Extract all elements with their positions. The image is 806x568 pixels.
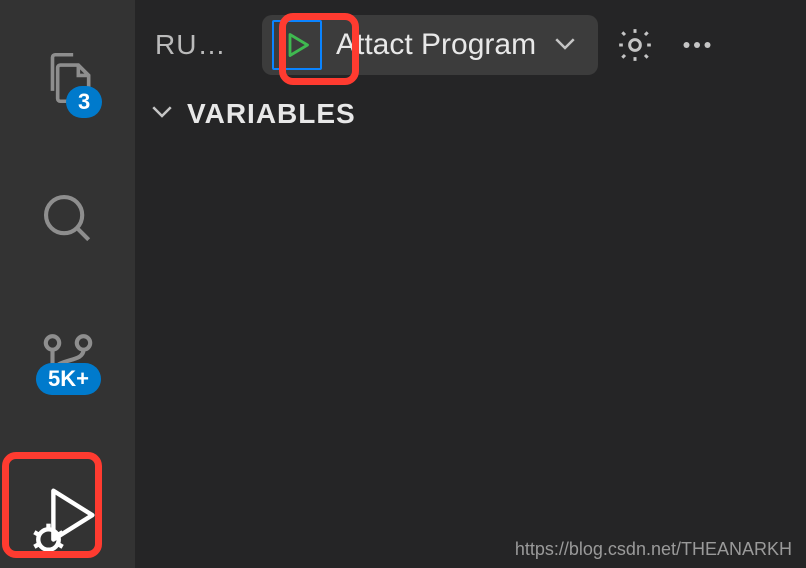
gear-icon [615,25,655,65]
ellipsis-icon [679,27,715,63]
chevron-down-icon [147,96,177,131]
more-actions-button[interactable] [672,20,722,70]
activity-run-debug[interactable] [0,472,135,568]
debug-run-icon [29,481,107,559]
activity-explorer[interactable]: 3 [0,30,135,126]
activity-search[interactable] [0,171,135,267]
scm-badge: 5K+ [36,363,101,395]
search-icon [37,188,99,250]
panel-title: RU… [155,29,250,61]
activity-source-control[interactable]: 5K+ [0,313,135,409]
launch-config-selector[interactable]: Attact Program [262,15,598,75]
variables-section-header[interactable]: VARIABLES [135,90,806,137]
variables-section-title: VARIABLES [187,98,356,130]
chevron-down-icon [550,28,580,58]
play-icon [283,29,311,61]
activity-bar: 3 5K+ [0,0,135,568]
open-launch-json-button[interactable] [610,20,660,70]
start-debugging-button[interactable] [272,20,322,70]
config-dropdown-button[interactable] [550,28,580,63]
launch-config-name: Attact Program [336,28,536,62]
watermark: https://blog.csdn.net/THEANARKH [515,539,792,560]
explorer-badge: 3 [66,86,102,118]
run-debug-panel: RU… Attact Program [135,0,806,568]
panel-header: RU… Attact Program [135,0,806,90]
